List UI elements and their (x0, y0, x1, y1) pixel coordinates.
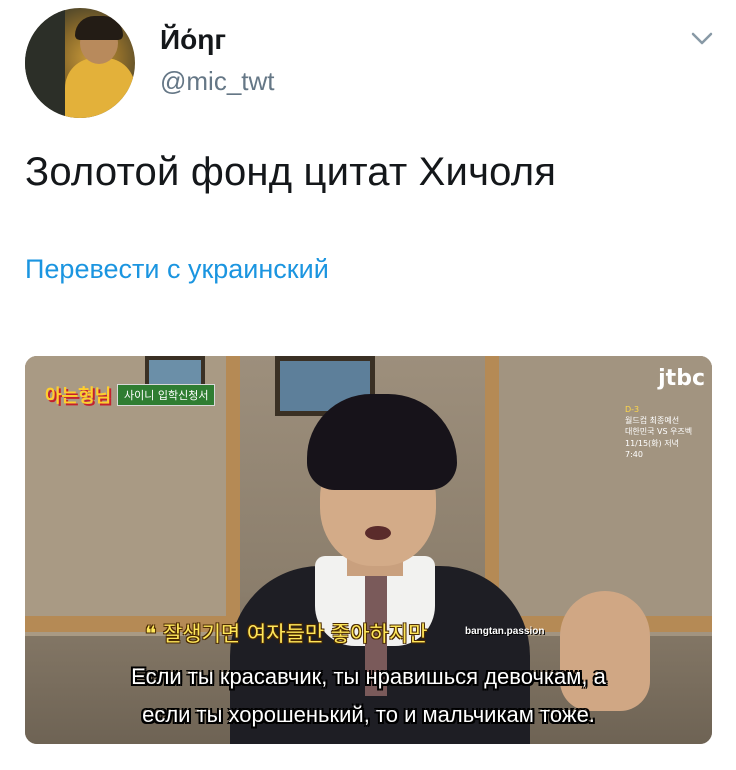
channel-info-line: 11/15(화) 저녁 7:40 (625, 438, 679, 459)
subtitle-line-1: Если ты красавчик, ты нравишься девочкам… (131, 664, 606, 689)
channel-info-line: 대한민국 VS 우즈벡 (625, 427, 693, 437)
channel-info-line: 월드컵 최종예선 (625, 416, 680, 426)
watermark: bangtan.passion (465, 626, 545, 637)
chevron-down-icon[interactable] (688, 24, 716, 52)
avatar[interactable] (25, 8, 135, 118)
show-badge: 사이니 입학신청서 (117, 384, 216, 406)
channel-info-line: D-3 (625, 405, 640, 414)
channel-info: D-3 월드컵 최종예선 대한민국 VS 우즈벡 11/15(화) 저녁 7:4… (625, 404, 695, 460)
avatar-shirt (65, 58, 135, 118)
avatar-hair (75, 16, 123, 40)
channel-logo: jtbc (658, 366, 705, 391)
display-name[interactable]: Йόηг (160, 24, 226, 56)
person-hand (560, 591, 650, 711)
tweet-text: Золотой фонд цитат Хичоля (25, 150, 557, 194)
user-handle[interactable]: @mic_twt (160, 66, 275, 97)
korean-subtitle: ❝ 잘생기면 여자들만 좋아하지만 (145, 622, 428, 646)
tweet-media-image[interactable]: 아는형님 사이니 입학신청서 jtbc D-3 월드컵 최종예선 대한민국 VS… (25, 356, 712, 744)
translate-link[interactable]: Перевести с украинский (25, 254, 329, 285)
person-mouth (365, 526, 391, 540)
subtitle-line-2: если ты хорошенький, то и мальчикам тоже… (142, 702, 595, 727)
show-logo: 아는형님 (45, 386, 112, 407)
avatar-background (25, 8, 65, 118)
